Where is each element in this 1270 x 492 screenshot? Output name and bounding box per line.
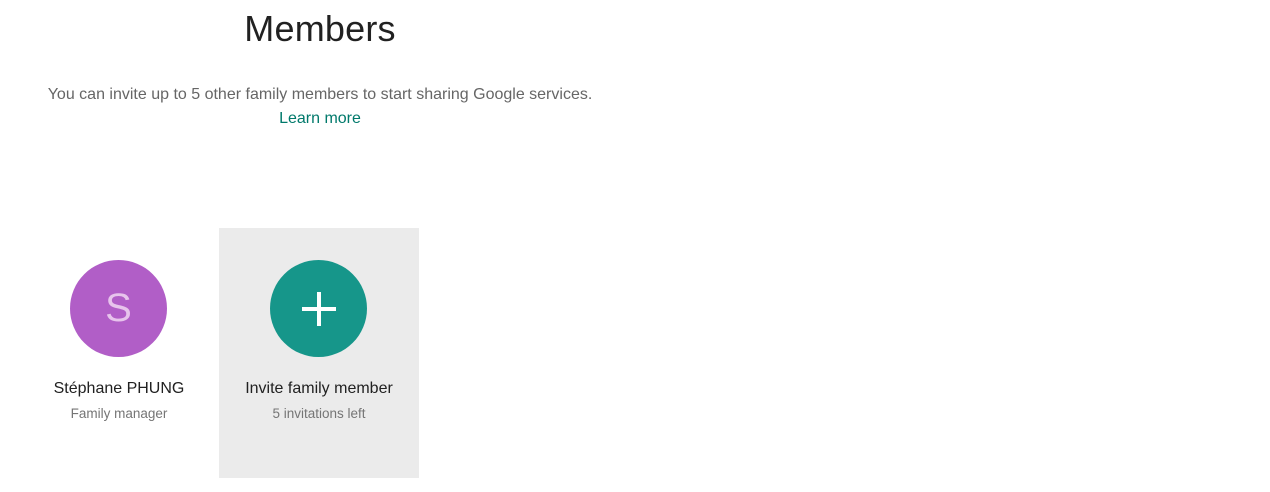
- avatar: S: [70, 260, 167, 357]
- invitations-left: 5 invitations left: [272, 406, 366, 421]
- member-card-stephane[interactable]: S Stéphane PHUNG Family manager: [19, 228, 219, 478]
- invite-avatar-button: [270, 260, 367, 357]
- member-name: Stéphane PHUNG: [53, 380, 185, 397]
- page-title: Members: [244, 8, 396, 49]
- plus-icon: [301, 291, 336, 326]
- invite-family-member-button[interactable]: Invite family member 5 invitations left: [219, 228, 419, 478]
- family-invite-description: You can invite up to 5 other family memb…: [47, 86, 593, 103]
- members-list: S Stéphane PHUNG Family manager Invite f…: [19, 228, 419, 478]
- learn-more-link[interactable]: Learn more: [0, 110, 640, 128]
- member-role: Family manager: [70, 406, 168, 421]
- invite-label: Invite family member: [245, 380, 393, 397]
- avatar-initial: S: [105, 286, 132, 330]
